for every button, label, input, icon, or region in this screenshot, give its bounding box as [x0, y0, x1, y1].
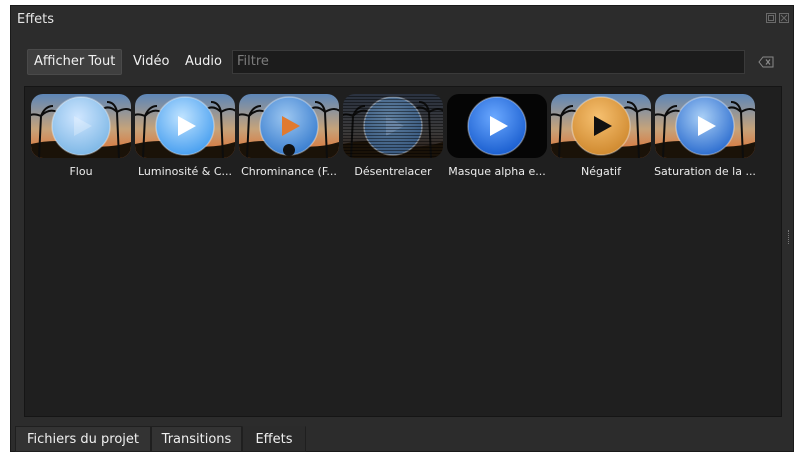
effects-toolbar: Afficher Tout Vidéo Audio Filtre	[27, 49, 787, 75]
effects-list: Flou Luminosité & C... Chrominance (F... Dé…	[24, 86, 782, 417]
play-icon	[239, 94, 339, 158]
effect-label: Désentrelacer	[354, 165, 432, 178]
panel-title: Effets	[17, 12, 55, 27]
panel-titlebar: Effets	[11, 6, 793, 34]
effect-thumbnail	[31, 94, 131, 158]
effect-label: Saturation de la ...	[654, 165, 756, 178]
play-icon	[447, 94, 547, 158]
close-window-icon[interactable]	[778, 12, 790, 24]
effect-label: Masque alpha e...	[448, 165, 546, 178]
tab-transitions[interactable]: Transitions	[151, 426, 242, 452]
effect-thumbnail	[655, 94, 755, 158]
effect-item[interactable]: Saturation de la ...	[653, 93, 757, 183]
play-icon	[655, 94, 755, 158]
effect-label: Luminosité & C...	[138, 165, 232, 178]
play-icon	[135, 94, 235, 158]
effect-item[interactable]: Flou	[29, 93, 133, 183]
filter-input[interactable]: Filtre	[232, 50, 745, 74]
play-icon	[343, 94, 443, 158]
effect-label: Flou	[69, 165, 93, 178]
effects-panel: Effets Afficher Tout Vidéo Audio Filtre …	[10, 5, 794, 452]
effect-item[interactable]: Masque alpha e...	[445, 93, 549, 183]
video-filter-button[interactable]: Vidéo	[129, 49, 173, 75]
tab-project-files[interactable]: Fichiers du projet	[15, 426, 151, 452]
clear-filter-icon[interactable]	[758, 56, 774, 68]
splitter-handle[interactable]	[788, 230, 791, 244]
play-icon	[31, 94, 131, 158]
audio-filter-button[interactable]: Audio	[181, 49, 226, 75]
effect-thumbnail	[551, 94, 651, 158]
float-window-icon[interactable]	[765, 12, 777, 24]
effect-thumbnail	[239, 94, 339, 158]
effect-thumbnail	[447, 94, 547, 158]
effect-item[interactable]: Désentrelacer	[341, 93, 445, 183]
effect-item[interactable]: Négatif	[549, 93, 653, 183]
play-icon	[551, 94, 651, 158]
effect-label: Négatif	[581, 165, 621, 178]
effect-thumbnail	[135, 94, 235, 158]
effect-item[interactable]: Luminosité & C...	[133, 93, 237, 183]
effect-label: Chrominance (F...	[241, 165, 337, 178]
tab-effects[interactable]: Effets	[242, 426, 306, 452]
effect-thumbnail	[343, 94, 443, 158]
effect-item[interactable]: Chrominance (F...	[237, 93, 341, 183]
show-all-button[interactable]: Afficher Tout	[27, 49, 123, 75]
